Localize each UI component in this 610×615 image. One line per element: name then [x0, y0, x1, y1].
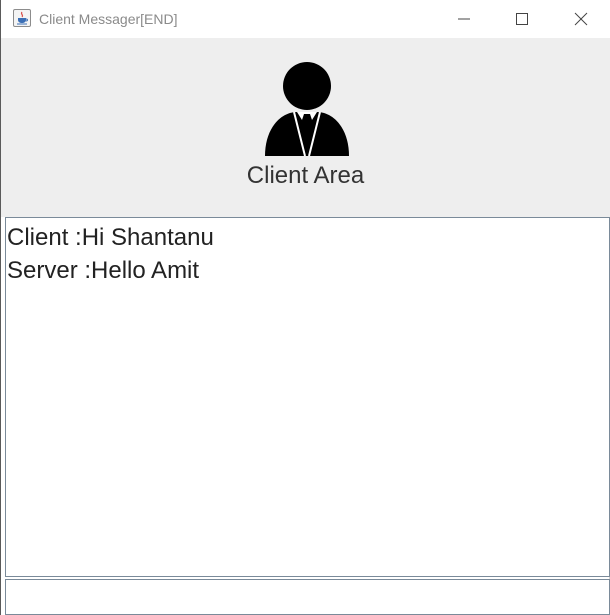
- message-line: Server :Hello Amit: [7, 257, 200, 284]
- minimize-button[interactable]: [435, 0, 493, 38]
- message-input[interactable]: [5, 579, 610, 615]
- title-bar[interactable]: Client Messager[END]: [1, 0, 610, 38]
- java-cup-icon[interactable]: [13, 9, 31, 27]
- maximize-icon: [516, 13, 528, 25]
- client-area-label: Client Area: [246, 162, 365, 189]
- client-header-panel: Client Area: [1, 38, 610, 217]
- close-button[interactable]: [552, 0, 610, 38]
- window-title: Client Messager[END]: [39, 11, 178, 27]
- client-messager-window: Client Messager[END] Client Area Client …: [0, 0, 610, 615]
- minimize-icon: [458, 18, 470, 20]
- message-area[interactable]: Client :Hi Shantanu Server :Hello Amit: [5, 217, 610, 577]
- maximize-button[interactable]: [493, 0, 551, 38]
- message-line: Client :Hi Shantanu: [7, 224, 214, 251]
- businessman-icon: [265, 62, 349, 156]
- close-icon: [574, 12, 588, 26]
